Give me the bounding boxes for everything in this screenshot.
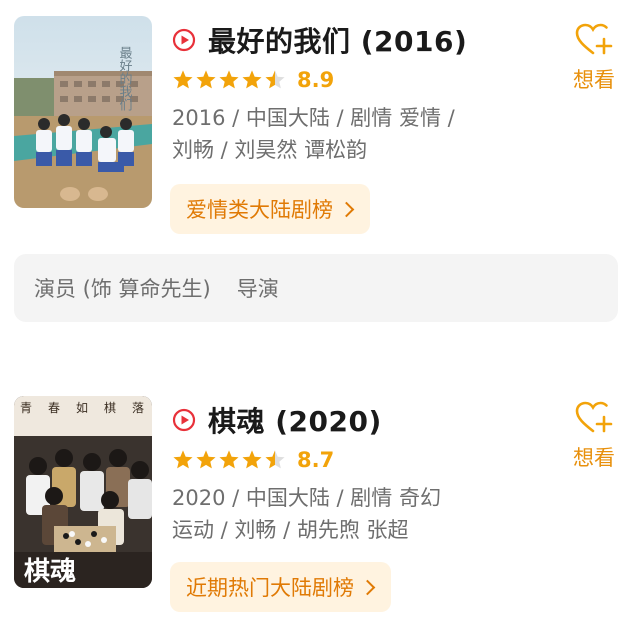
movie-poster[interactable]: 青春如棋落子无悔 [14, 396, 152, 588]
credits-bar: 演员 (饰 算命先生) 导演 [14, 254, 618, 322]
star-full-icon [195, 449, 217, 471]
movie-title[interactable]: 最好的我们 (2016) [208, 20, 467, 60]
rating-row: 8.7 [172, 446, 334, 474]
chevron-right-icon [359, 579, 376, 595]
credit-director: 导演 [236, 277, 279, 301]
want-label: 想看 [573, 68, 615, 92]
meta-line: 刘畅 / 刘昊然 谭松韵 [172, 138, 368, 162]
movie-card[interactable]: 最好的我们 最好的我们 (2016) 8.9 2016 / 中国大陆 / 剧情 … [0, 0, 640, 240]
star-full-icon [172, 449, 194, 471]
star-full-icon [241, 449, 263, 471]
star-full-icon [218, 449, 240, 471]
svg-text:棋魂: 棋魂 [24, 557, 76, 587]
heart-plus-icon [574, 400, 614, 436]
rank-chip-label: 近期热门大陆剧榜 [186, 576, 354, 600]
meta-line: 运动 / 刘畅 / 胡先煦 张超 [172, 518, 409, 542]
rank-chip[interactable]: 爱情类大陆剧榜 [170, 184, 370, 234]
search-results: 最好的我们 最好的我们 (2016) 8.9 2016 / 中国大陆 / 剧情 … [0, 0, 640, 617]
play-icon[interactable] [172, 408, 196, 432]
movie-title[interactable]: 棋魂 (2020) [208, 400, 382, 440]
meta-line: 2016 / 中国大陆 / 剧情 爱情 / [172, 106, 455, 130]
credit-role: 演员 (饰 算命先生) [34, 277, 211, 301]
svg-text:最好的我们: 最好的我们 [117, 46, 133, 111]
rank-chip-label: 爱情类大陆剧榜 [186, 198, 333, 222]
star-full-icon [195, 69, 217, 91]
star-full-icon [172, 69, 194, 91]
svg-text:青春如棋落子无悔: 青春如棋落子无悔 [20, 400, 152, 415]
heart-plus-icon [574, 22, 614, 58]
star-full-icon [241, 69, 263, 91]
star-rating [172, 449, 287, 471]
movie-poster[interactable]: 最好的我们 [14, 16, 152, 208]
title-row[interactable]: 棋魂 (2020) [172, 402, 382, 438]
rating-score: 8.7 [297, 448, 335, 472]
star-full-icon [218, 69, 240, 91]
chevron-right-icon [338, 201, 355, 217]
want-label: 想看 [573, 446, 615, 470]
star-rating [172, 69, 287, 91]
title-row[interactable]: 最好的我们 (2016) [172, 22, 467, 58]
movie-meta: 2016 / 中国大陆 / 剧情 爱情 / 刘畅 / 刘昊然 谭松韵 [172, 102, 502, 166]
rating-score: 8.9 [297, 68, 335, 92]
star-half-icon [264, 449, 286, 471]
want-to-watch-button[interactable]: 想看 [564, 22, 624, 94]
want-to-watch-button[interactable]: 想看 [564, 400, 624, 472]
play-icon[interactable] [172, 28, 196, 52]
meta-line: 2020 / 中国大陆 / 剧情 奇幻 [172, 486, 441, 510]
rating-row: 8.9 [172, 66, 334, 94]
rank-chip[interactable]: 近期热门大陆剧榜 [170, 562, 391, 612]
movie-meta: 2020 / 中国大陆 / 剧情 奇幻 运动 / 刘畅 / 胡先煦 张超 [172, 482, 502, 546]
star-half-icon [264, 69, 286, 91]
